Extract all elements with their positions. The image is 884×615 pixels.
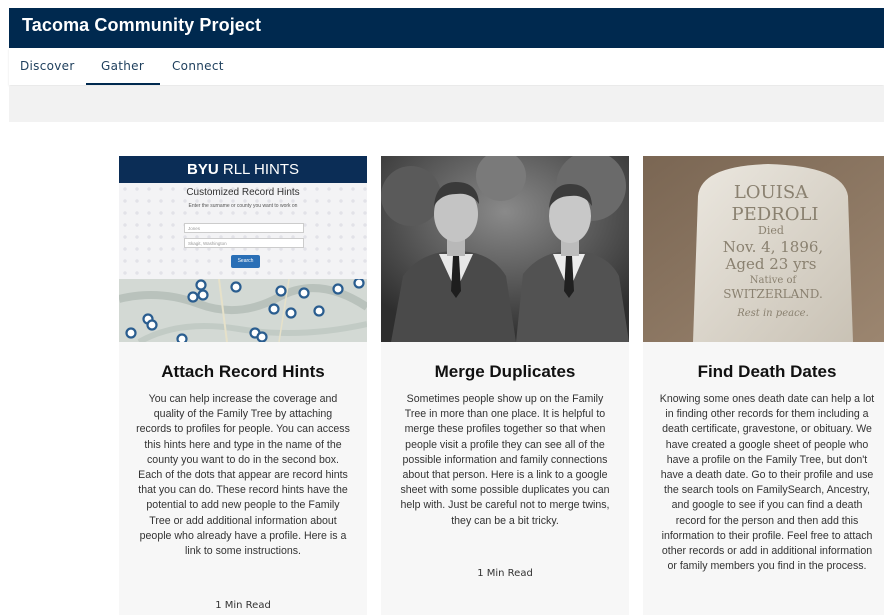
map-pin-icon [187,291,199,303]
map-pin-icon [313,305,325,317]
map-pin-icon [353,279,365,289]
map-pin-icon [176,333,188,342]
stone-died: Died [758,224,784,237]
card-description: You can help increase the coverage and q… [136,393,350,558]
tab-connect[interactable]: Connect [172,48,224,85]
card-title[interactable]: Merge Duplicates [381,362,629,382]
nav-bar: Discover Gather Connect [9,48,884,85]
map-pin-icon [268,303,280,315]
card-merge-duplicates[interactable]: Merge Duplicates Sometimes people show u… [381,156,629,615]
stone-native: Native of [750,275,798,286]
stone-name-last: PEDROLI [731,204,818,225]
hints-instruction: Enter the surname or county you want to … [188,203,298,209]
map-pin-icon [125,327,137,339]
card-attach-record-hints[interactable]: BYU RLL HINTS Customized Record Hints En… [119,156,367,615]
tab-gather[interactable]: Gather [85,48,161,85]
stone-epitaph: Rest in peace. [736,308,809,319]
hints-heading: Customized Record Hints [186,187,300,198]
gravestone-photo[interactable]: LOUISA PEDROLI Died Nov. 4, 1896, Aged 2… [643,156,884,342]
stone-age: Aged 23 yrs [725,255,817,273]
map-pin-icon [275,285,287,297]
app-header: Tacoma Community Project [9,8,884,48]
stone-date: Nov. 4, 1896, [723,238,823,256]
byu-logo: BYU RLL HINTS [119,156,367,183]
card-description: Sometimes people show up on the Family T… [400,393,610,527]
tab-discover[interactable]: Discover [20,48,75,85]
map-pin-icon [230,281,242,293]
map-pin-icon [256,331,268,342]
map-pin-icon [298,287,310,299]
map-pin-icon [285,307,297,319]
map-pin-icon [332,283,344,295]
byu-hints-image[interactable]: BYU RLL HINTS Customized Record Hints En… [119,156,367,342]
map-pin-icon [195,279,207,291]
search-button: Search [231,255,260,268]
card-description: Knowing some ones death date can help a … [659,393,875,573]
site-title[interactable]: Tacoma Community Project [22,15,261,36]
card-title[interactable]: Attach Record Hints [119,362,367,382]
read-time: 1 Min Read [477,568,533,579]
map-area [119,279,367,342]
card-find-death-dates[interactable]: LOUISA PEDROLI Died Nov. 4, 1896, Aged 2… [643,156,884,615]
map-pin-icon [197,289,209,301]
map-pin-icon [146,319,158,331]
stone-country: SWITZERLAND. [723,287,823,301]
surname-field: Jones [184,223,304,233]
card-title[interactable]: Find Death Dates [643,362,884,382]
stone-name-first: LOUISA [734,182,809,203]
read-time: 1 Min Read [215,600,271,611]
county-field: Skagit, Washington [184,238,304,248]
twins-photo[interactable] [381,156,629,342]
banner-strip [9,86,884,122]
